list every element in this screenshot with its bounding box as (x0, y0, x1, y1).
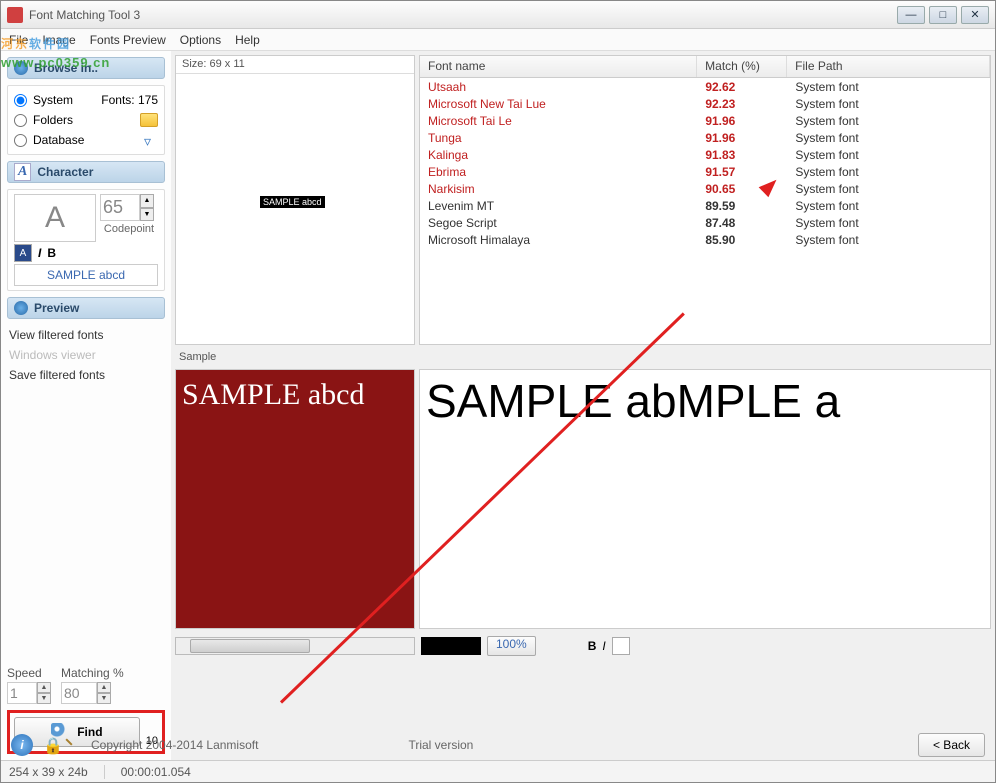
info-icon[interactable]: i (11, 734, 33, 756)
speed-label: Speed (7, 666, 51, 680)
back-button[interactable]: < Back (918, 733, 985, 757)
col-fontname[interactable]: Font name (420, 56, 697, 77)
speed-down[interactable]: ▼ (37, 693, 51, 704)
menubar: File Image Fonts Preview Options Help (1, 29, 995, 51)
table-row[interactable]: Levenim MT89.59System font (420, 197, 990, 214)
preview-header-label: Preview (34, 301, 79, 315)
statusbar: 254 x 39 x 24b 00:00:01.054 (1, 760, 995, 782)
globe-icon-2 (14, 301, 28, 315)
text-select-icon[interactable]: A (14, 244, 32, 262)
matching-up[interactable]: ▲ (97, 682, 111, 693)
letter-a-icon: A (14, 163, 31, 181)
table-row[interactable]: Segoe Script87.48System font (420, 214, 990, 231)
col-match[interactable]: Match (%) (697, 56, 787, 77)
trial-label: Trial version (408, 738, 473, 752)
speed-input[interactable] (7, 682, 37, 704)
matching-label: Matching % (61, 666, 124, 680)
italic-icon[interactable]: I (38, 246, 41, 260)
table-row[interactable]: Narkisim90.65System font (420, 180, 990, 197)
color-picker[interactable] (612, 637, 630, 655)
sample-text-input[interactable] (14, 264, 158, 286)
maximize-button[interactable]: □ (929, 6, 957, 24)
character-header-label: Character (37, 165, 93, 179)
browse-header-label: Browse in.. (34, 61, 98, 75)
table-row[interactable]: Microsoft Himalaya85.90System font (420, 231, 990, 248)
color-bar[interactable] (421, 637, 481, 655)
sample-chip: SAMPLE abcd (260, 196, 325, 208)
table-row[interactable]: Kalinga91.83System font (420, 146, 990, 163)
radio-database[interactable] (14, 134, 27, 147)
browse-header: Browse in.. (7, 57, 165, 79)
radio-folders[interactable] (14, 114, 27, 127)
codepoint-down[interactable]: ▼ (140, 208, 154, 222)
titlebar: Font Matching Tool 3 — □ ✕ (1, 1, 995, 29)
red-sample-preview: SAMPLE abcd (175, 369, 415, 629)
funnel-icon[interactable]: ▿ (144, 133, 158, 147)
fonts-count: Fonts: 175 (101, 93, 158, 107)
results-table: Font name Match (%) File Path Utsaah92.6… (419, 55, 991, 345)
link-windows-viewer: Windows viewer (7, 345, 165, 365)
preview-header: Preview (7, 297, 165, 319)
menu-options[interactable]: Options (180, 33, 221, 47)
minimize-button[interactable]: — (897, 6, 925, 24)
matching-input[interactable] (61, 682, 97, 704)
link-save-filtered[interactable]: Save filtered fonts (7, 365, 165, 385)
menu-help[interactable]: Help (235, 33, 260, 47)
status-dims: 254 x 39 x 24b (9, 765, 88, 779)
status-time: 00:00:01.054 (121, 765, 191, 779)
copyright: Copyright 2004-2014 Lanmisoft (91, 738, 258, 752)
preview-links: View filtered fonts Windows viewer Save … (7, 325, 165, 385)
table-row[interactable]: Tunga91.96System font (420, 129, 990, 146)
label-folders: Folders (33, 113, 73, 127)
character-header: A Character (7, 161, 165, 183)
bold-icon[interactable]: B (47, 246, 56, 260)
table-row[interactable]: Microsoft Tai Le91.96System font (420, 112, 990, 129)
globe-icon (14, 61, 28, 75)
speed-up[interactable]: ▲ (37, 682, 51, 693)
table-row[interactable]: Ebrima91.57System font (420, 163, 990, 180)
source-image-panel: Size: 69 x 11 SAMPLE abcd (175, 55, 415, 345)
menu-image[interactable]: Image (42, 33, 75, 47)
bold-toggle[interactable]: B (588, 639, 597, 653)
table-row[interactable]: Microsoft New Tai Lue92.23System font (420, 95, 990, 112)
label-database: Database (33, 133, 84, 147)
zoom-button[interactable]: 100% (487, 636, 536, 656)
size-info: Size: 69 x 11 (176, 56, 414, 74)
codepoint-up[interactable]: ▲ (140, 194, 154, 208)
table-row[interactable]: Utsaah92.62System font (420, 78, 990, 95)
window-title: Font Matching Tool 3 (29, 8, 897, 22)
codepoint-label: Codepoint (100, 223, 158, 235)
app-icon (7, 7, 23, 23)
lock-icon[interactable]: 🔒 (43, 736, 61, 754)
menu-fonts-preview[interactable]: Fonts Preview (90, 33, 166, 47)
matching-down[interactable]: ▼ (97, 693, 111, 704)
glyph-display: A (14, 194, 96, 242)
radio-system[interactable] (14, 94, 27, 107)
col-path[interactable]: File Path (787, 56, 990, 77)
white-sample-preview: SAMPLE abMPLE a (419, 369, 991, 629)
menu-file[interactable]: File (9, 33, 28, 47)
horizontal-scrollbar[interactable] (175, 637, 415, 655)
codepoint-input[interactable] (100, 194, 140, 221)
italic-toggle[interactable]: I (602, 639, 605, 653)
close-button[interactable]: ✕ (961, 6, 989, 24)
folder-icon[interactable] (140, 113, 158, 127)
sample-section-label: Sample (175, 349, 991, 365)
link-view-filtered[interactable]: View filtered fonts (7, 325, 165, 345)
label-system: System (33, 93, 73, 107)
